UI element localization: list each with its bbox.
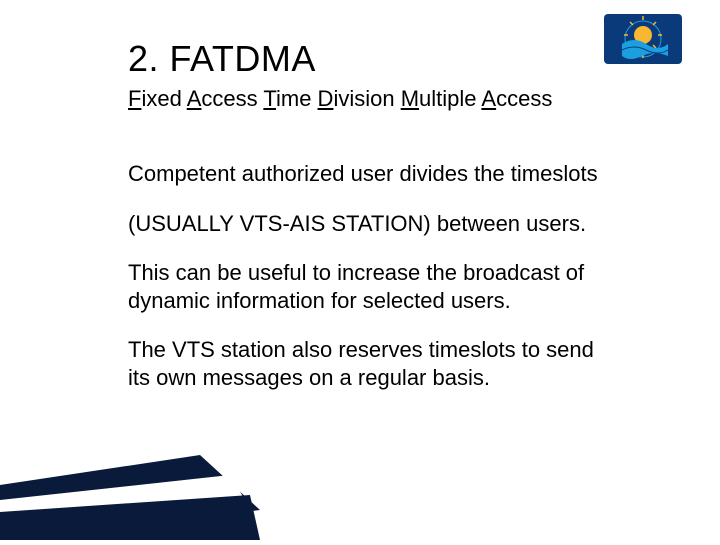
subtitle-letter: T — [263, 86, 276, 111]
paragraph: Competent authorized user divides the ti… — [128, 160, 618, 188]
slide-subtitle: Fixed Access Time Division Multiple Acce… — [128, 86, 618, 112]
paragraph: The VTS station also reserves timeslots … — [128, 336, 618, 391]
paragraph: This can be useful to increase the broad… — [128, 259, 618, 314]
subtitle-text: ixed — [141, 86, 186, 111]
slide-title: 2. FATDMA — [128, 38, 618, 80]
subtitle-letter: A — [481, 86, 496, 111]
subtitle-letter: F — [128, 86, 141, 111]
paragraph: (USUALLY VTS-AIS STATION) between users. — [128, 210, 618, 238]
subtitle-text: ccess — [496, 86, 552, 111]
subtitle-text: ime — [276, 86, 318, 111]
subtitle-text: ivision — [333, 86, 400, 111]
corner-decoration — [0, 450, 260, 540]
subtitle-letter: M — [401, 86, 419, 111]
subtitle-text: ultiple — [419, 86, 481, 111]
subtitle-letter: D — [318, 86, 334, 111]
subtitle-letter: A — [187, 86, 202, 111]
subtitle-text: ccess — [201, 86, 263, 111]
slide-content: 2. FATDMA Fixed Access Time Division Mul… — [128, 38, 618, 413]
